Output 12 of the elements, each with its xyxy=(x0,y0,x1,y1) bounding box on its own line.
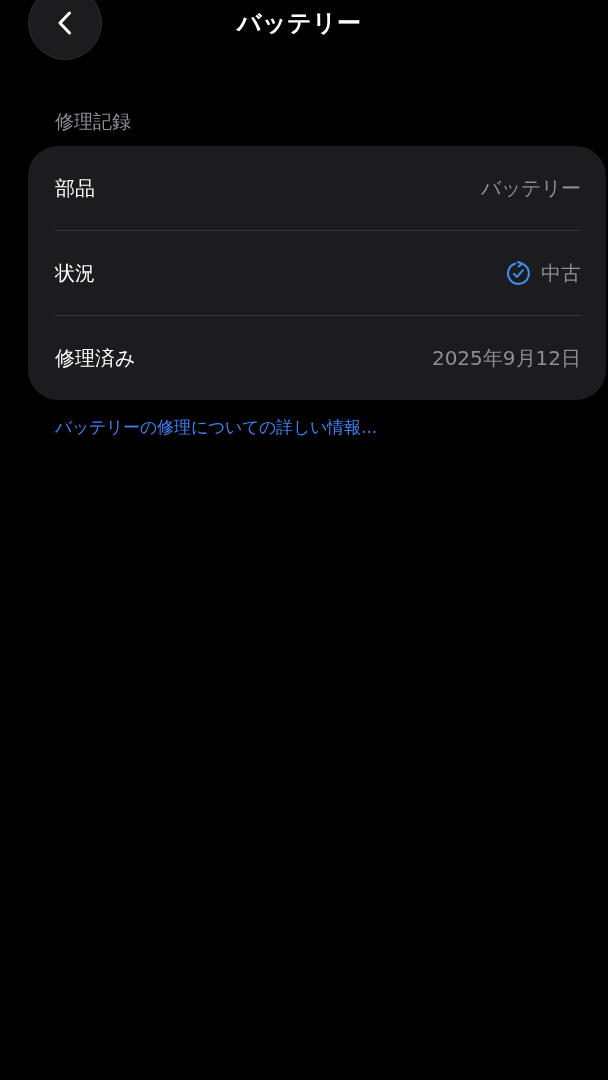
row-value: 中古 xyxy=(541,259,581,287)
row-label: 状況 xyxy=(55,259,95,287)
circular-arrow-check-icon xyxy=(506,260,531,286)
row-value: バッテリー xyxy=(481,174,581,202)
row-label: 修理済み xyxy=(55,344,135,372)
info-link[interactable]: バッテリーの修理についての詳しい情報... xyxy=(55,416,378,439)
section-title: 修理記録 xyxy=(55,109,132,134)
page-title: バッテリー xyxy=(237,8,361,39)
back-button[interactable] xyxy=(28,0,102,60)
row-value: 2025年9月12日 xyxy=(431,344,581,372)
chevron-left-icon xyxy=(58,11,72,35)
row-label: 部品 xyxy=(55,174,95,202)
